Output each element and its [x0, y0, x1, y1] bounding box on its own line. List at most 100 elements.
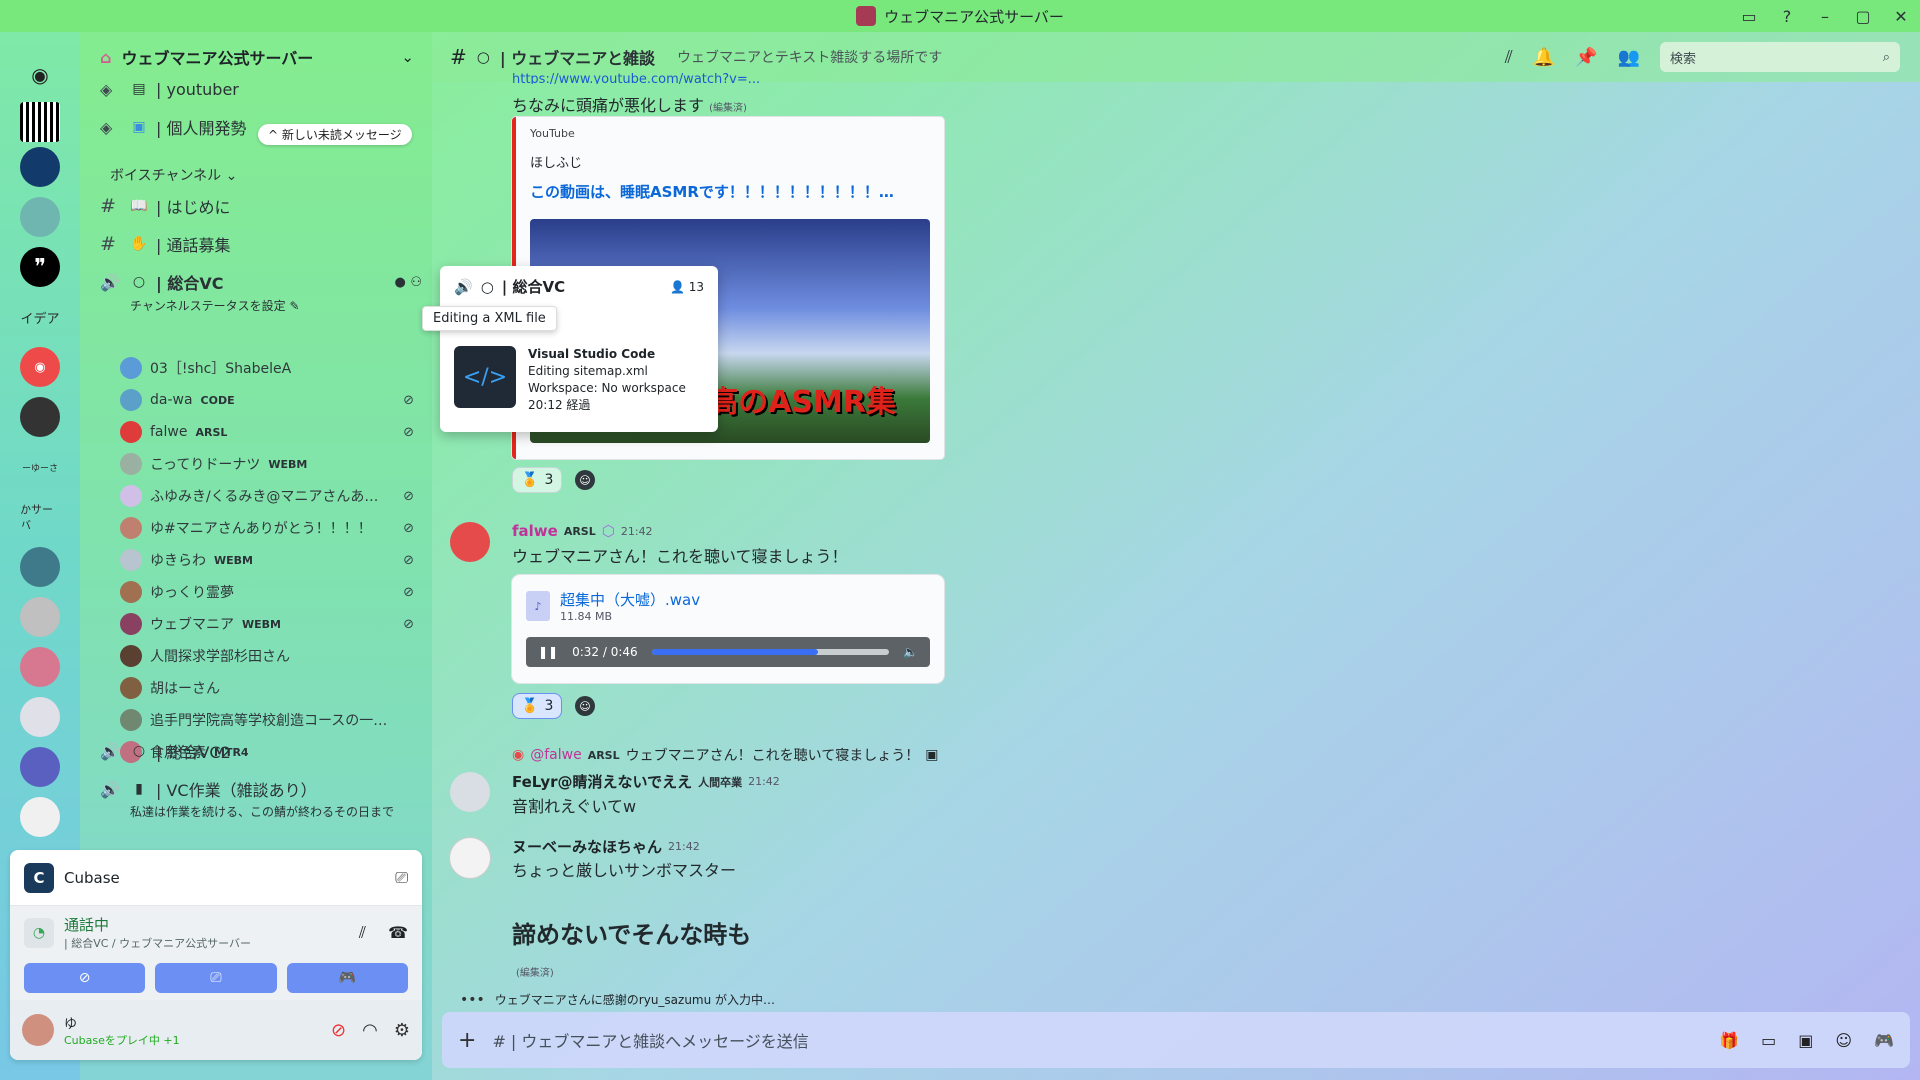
home-button[interactable]: ◉ [20, 55, 60, 95]
activity-row[interactable]: C Cubase ⎚ [10, 850, 422, 906]
server-manga[interactable] [20, 597, 60, 637]
status-set-link[interactable]: チャンネルステータスを設定 ✎ [90, 290, 422, 320]
minimize-button[interactable]: – [1806, 0, 1844, 32]
avatar[interactable] [450, 838, 490, 878]
reaction-button[interactable]: 🏅 3 [512, 693, 563, 719]
screen-share-button[interactable]: ⎚ [155, 963, 277, 993]
threads-icon[interactable]: ⫽ [1505, 47, 1513, 68]
message-author[interactable]: ヌーベーみなほちゃん 21:42 [512, 836, 700, 857]
message-author[interactable]: FeLyr@睛消えないでええ 人間卒業 21:42 [512, 771, 780, 792]
audio-attachment: ♪ 超集中（大嘘）.wav 11.84 MB ❚❚ 0:32 / 0:46 🔈 [512, 575, 944, 683]
channel-general-vc2[interactable]: 🔊 ○ | 総合VC2 [90, 736, 422, 766]
channel-intro[interactable]: # 📖 | はじめに [90, 191, 422, 221]
server-building[interactable] [20, 797, 60, 837]
members-icon[interactable]: 👥 [1618, 47, 1640, 68]
typing-indicator: ••• ウェブマニアさんに感謝のryu_sazumu が入力中… [460, 991, 776, 1008]
server-anime[interactable] [20, 647, 60, 687]
add-reaction-icon[interactable]: ☺ [575, 696, 595, 716]
server-cat[interactable] [20, 547, 60, 587]
disconnect-icon[interactable]: ☎ [388, 923, 408, 942]
pin-icon[interactable]: 📌 [1575, 47, 1597, 68]
sticker-icon[interactable]: ▣ [1798, 1031, 1813, 1050]
controller-icon[interactable]: 🎮 [1874, 1031, 1894, 1050]
server-miku[interactable] [20, 197, 60, 237]
server-ka[interactable]: かサーバ [20, 497, 60, 537]
server-quote[interactable]: ❞ [20, 247, 60, 287]
voice-user[interactable]: ゆっくり霊夢 ⊘ [120, 578, 414, 606]
voice-user[interactable]: 胡はーさん [120, 674, 414, 702]
voice-user[interactable]: da-wa CODE ⊘ [120, 386, 414, 414]
voice-user[interactable]: 人間探求学部杉田さん [120, 642, 414, 670]
avatar [120, 581, 142, 603]
message-link[interactable]: https://www.youtube.com/watch?v=... [512, 72, 760, 84]
reply-reference[interactable]: ◉ @falwe ARSL ウェブマニアさん！これを聴いて寝ましょう！ ▣ [512, 745, 938, 765]
server-idea[interactable]: イデア [20, 297, 60, 337]
message-author[interactable]: falwe ARSL ⬡ 21:42 [512, 522, 653, 540]
avatar[interactable] [450, 772, 490, 812]
voice-user[interactable]: 03［!shc］ShabeleA [120, 354, 414, 382]
camera-off-button[interactable]: ⊘ [24, 963, 146, 993]
audio-progress [651, 649, 818, 655]
add-reaction-icon[interactable]: ☺ [575, 470, 595, 490]
avatar [120, 677, 142, 699]
server-blue[interactable] [20, 147, 60, 187]
reaction-button[interactable]: 🏅 3 [512, 467, 563, 493]
avatar[interactable] [450, 522, 490, 562]
noise-suppression-icon[interactable]: ⫽ [359, 923, 366, 943]
avatar [120, 517, 142, 539]
screen-share-icon[interactable]: ⎚ [395, 868, 408, 888]
activity-button[interactable]: 🎮 [286, 963, 408, 993]
server-purple[interactable] [20, 747, 60, 787]
close-button[interactable]: ✕ [1882, 0, 1920, 32]
channel-topic[interactable]: ウェブマニアとテキスト雑談する場所です [677, 47, 942, 67]
speaker-icon: 🔊 [100, 741, 120, 761]
channel-dev[interactable]: ◈ ▣ | 個人開発勢 [90, 112, 422, 142]
gift-icon[interactable]: 🎁 [1719, 1031, 1739, 1050]
help-icon[interactable]: ? [1768, 0, 1806, 32]
activity-card[interactable]: </> Visual Studio Code Editing sitemap.x… [454, 346, 686, 414]
voice-user[interactable]: falwe ARSL ⊘ [120, 418, 414, 446]
audio-seek-bar[interactable] [651, 649, 890, 655]
avatar [120, 389, 142, 411]
headphones-icon[interactable]: ◠ [362, 1020, 378, 1041]
volume-icon[interactable]: 🔈 [903, 645, 918, 659]
channel-call-recruit[interactable]: # ✋ | 通話募集 [90, 229, 422, 259]
voice-user[interactable]: ウェブマニア WEBM ⊘ [120, 610, 414, 638]
voice-category[interactable]: ボイスチャンネル ⌄ [90, 160, 422, 190]
message-heading: 諦めないでそんな時も [512, 921, 752, 949]
server-qr[interactable] [20, 102, 60, 142]
avatar [120, 453, 142, 475]
gear-icon[interactable]: ⚙ [394, 1020, 410, 1041]
server-yu[interactable]: ーゆーさ [20, 447, 60, 487]
gif-icon[interactable]: ▭ [1761, 1031, 1776, 1050]
reaction-emoji-icon: 🏅 [521, 698, 539, 714]
composer-input[interactable]: # | ウェブマニアと雑談へメッセージを送信 [492, 1028, 808, 1052]
search-input[interactable]: 検索 ⌕ [1660, 42, 1900, 72]
avatar [120, 421, 142, 443]
mic-muted-icon: ⊘ [403, 552, 414, 568]
signal-icon[interactable]: ◔ [24, 917, 54, 948]
avatar [120, 549, 142, 571]
server-discord[interactable]: ◉ [20, 347, 60, 387]
message-composer[interactable]: + # | ウェブマニアと雑談へメッセージを送信 🎁 ▭ ▣ ☺ 🎮 [442, 1012, 1910, 1068]
emoji-icon[interactable]: ☺ [1835, 1031, 1852, 1050]
inbox-icon[interactable]: ▭ [1730, 0, 1768, 32]
voice-user[interactable]: 追手門学院高等学校創造コースの一… [120, 706, 414, 734]
pause-icon[interactable]: ❚❚ [538, 645, 558, 659]
server-girl[interactable] [20, 697, 60, 737]
mic-muted-icon: ⊘ [403, 616, 414, 632]
message-text: 音割れえぐいてw [512, 797, 637, 816]
server-dark[interactable] [20, 397, 60, 437]
avatar[interactable] [22, 1014, 54, 1046]
plus-icon[interactable]: + [458, 1028, 476, 1053]
mic-muted-icon[interactable]: ⊘ [331, 1020, 346, 1041]
channel-title: | ウェブマニアと雑談 [499, 49, 655, 68]
channel-youtuber[interactable]: ◈ ▤ | youtuber [90, 74, 422, 104]
maximize-button[interactable]: ▢ [1844, 0, 1882, 32]
voice-user[interactable]: ゆ#マニアさんありがとう！！！！ ⊘ [120, 514, 414, 542]
chat-icon[interactable]: ● ⚇ [394, 275, 422, 290]
voice-user[interactable]: ふゆみき/くるみき@マニアさんあ… ⊘ [120, 482, 414, 510]
voice-user[interactable]: ゆきらわ WEBM ⊘ [120, 546, 414, 574]
voice-user[interactable]: こってりドーナツ WEBM [120, 450, 414, 478]
bell-icon[interactable]: 🔔 [1533, 47, 1555, 68]
